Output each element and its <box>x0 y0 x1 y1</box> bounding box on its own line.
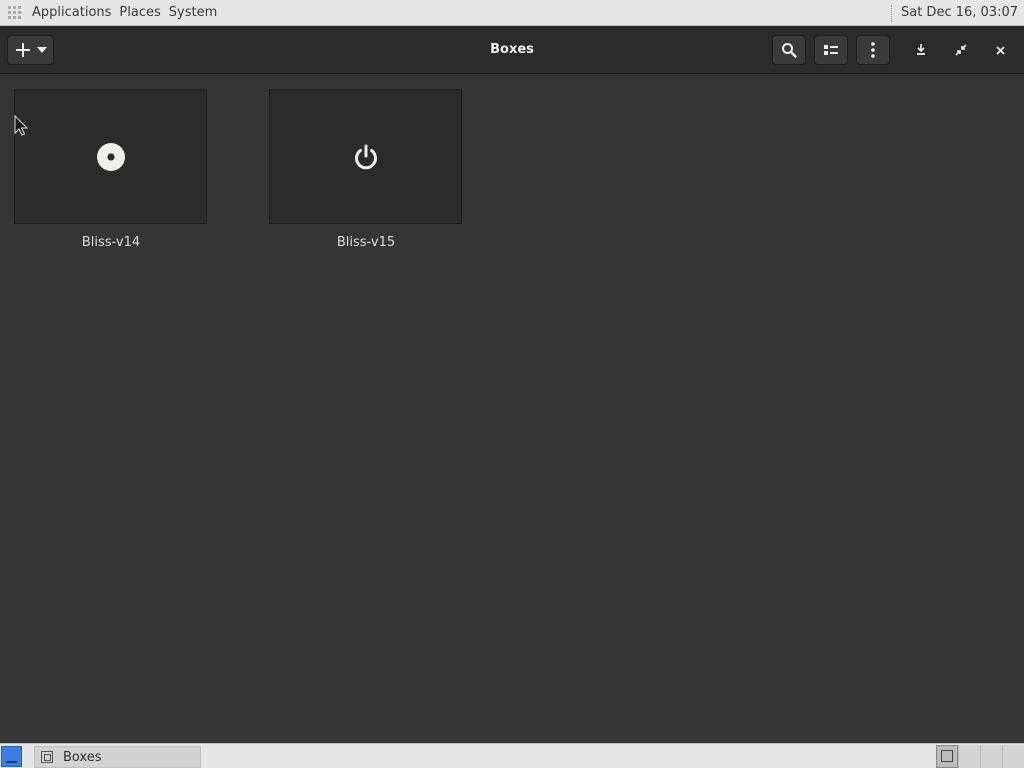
minimize-icon <box>917 44 925 55</box>
clock-separator <box>890 4 893 21</box>
restore-button[interactable] <box>946 35 976 65</box>
power-icon <box>354 144 377 169</box>
show-desktop-button[interactable] <box>1 746 22 767</box>
disc-icon <box>96 142 125 171</box>
mouse-pointer-icon <box>14 115 28 136</box>
chevron-down-icon <box>36 47 47 53</box>
restore-icon <box>955 44 967 56</box>
workspace-3[interactable] <box>980 745 1002 768</box>
box-name: Bliss-v14 <box>81 235 141 250</box>
list-view-icon <box>824 45 838 55</box>
box-thumbnail[interactable] <box>14 89 207 224</box>
view-mode-button[interactable] <box>814 35 848 65</box>
window-thumb-icon <box>941 750 953 762</box>
clock[interactable]: Sat Dec 16, 03:07 <box>901 0 1024 26</box>
taskbar: Boxes <box>0 743 1024 768</box>
minimize-button[interactable] <box>906 35 936 65</box>
box-item-bliss-v15[interactable]: Bliss-v15 <box>269 89 463 250</box>
close-button[interactable] <box>985 35 1015 65</box>
new-box-button[interactable] <box>7 35 54 65</box>
box-name: Bliss-v15 <box>336 235 396 250</box>
search-icon <box>782 43 797 58</box>
box-thumbnail[interactable] <box>269 89 462 224</box>
boxes-app-icon <box>41 751 53 763</box>
taskbar-item-label: Boxes <box>63 749 102 765</box>
close-icon <box>995 45 1005 55</box>
menu-system[interactable]: System <box>165 0 221 26</box>
kebab-menu-icon <box>871 42 875 58</box>
workspace-1[interactable] <box>936 745 958 768</box>
box-collection: Bliss-v14 Bliss-v15 <box>0 74 1024 743</box>
taskbar-item-boxes[interactable]: Boxes <box>34 746 201 768</box>
menu-places[interactable]: Places <box>115 0 164 26</box>
top-panel: Applications Places System Sat Dec 16, 0… <box>0 0 1024 26</box>
box-item-bliss-v14[interactable]: Bliss-v14 <box>14 89 208 250</box>
workspace-2[interactable] <box>958 745 980 768</box>
app-grid-icon[interactable] <box>0 0 28 26</box>
menu-button[interactable] <box>856 35 890 65</box>
workspace-4[interactable] <box>1002 745 1024 768</box>
search-button[interactable] <box>772 35 806 65</box>
header-bar: Boxes <box>0 26 1024 74</box>
menu-applications[interactable]: Applications <box>28 0 115 26</box>
plus-icon <box>15 43 30 57</box>
